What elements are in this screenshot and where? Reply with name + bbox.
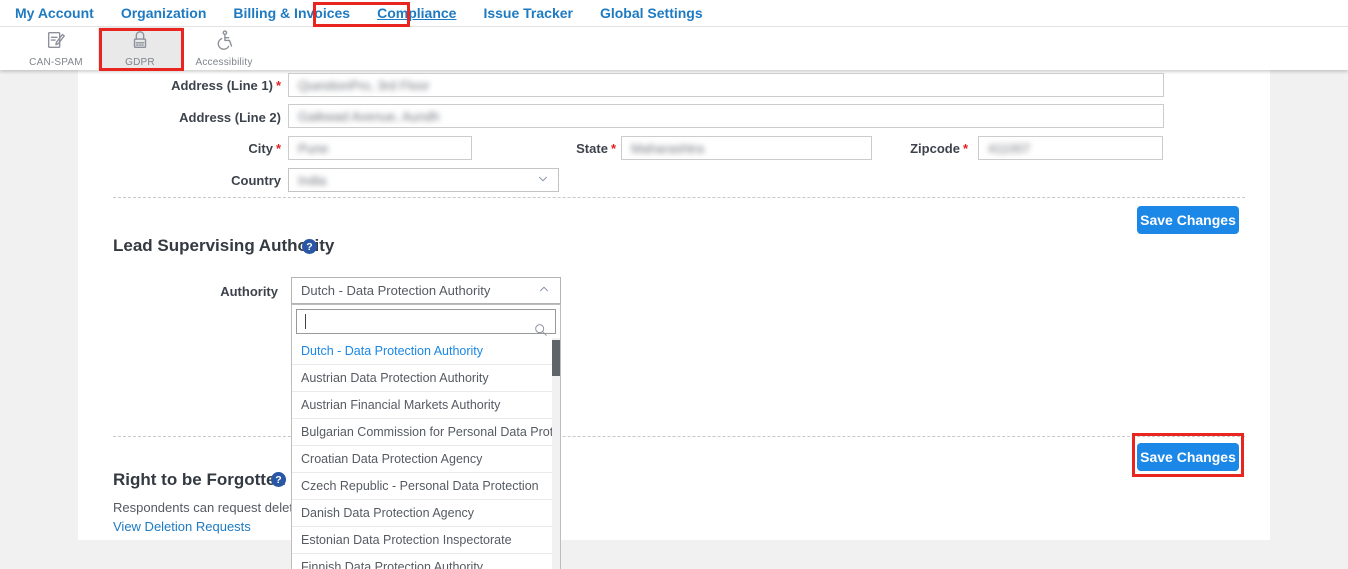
address-line2-label: Address (Line 2) <box>151 110 281 125</box>
required-asterisk: * <box>276 141 281 156</box>
authority-option[interactable]: Bulgarian Commission for Personal Data P… <box>292 419 560 446</box>
authority-option[interactable]: Croatian Data Protection Agency <box>292 446 560 473</box>
country-label: Country <box>151 173 281 188</box>
nav-global-settings[interactable]: Global Settings <box>600 5 703 21</box>
address-line1-label: Address (Line 1)* <box>151 78 281 93</box>
lock-icon <box>129 29 151 56</box>
tab-label: CAN-SPAM <box>29 57 83 68</box>
compliance-toolbar: CAN-SPAM GDPR Ac <box>0 27 1348 70</box>
authority-option[interactable]: Finnish Data Protection Authority <box>292 554 560 569</box>
document-edit-icon <box>45 29 67 56</box>
authority-option[interactable]: Austrian Financial Markets Authority <box>292 392 560 419</box>
redacted-value: Pune <box>298 141 328 156</box>
compliance-settings-page: My Account Organization Billing & Invoic… <box>0 0 1348 569</box>
redacted-value: QuestionPro, 3rd Floor <box>298 78 430 93</box>
country-select[interactable]: India <box>288 168 559 192</box>
authority-option[interactable]: Dutch - Data Protection Authority <box>292 338 560 365</box>
required-asterisk: * <box>276 78 281 93</box>
redacted-value: 411007 <box>988 141 1030 156</box>
address-line2-input[interactable]: Gaikwad Avenue, Aundh <box>288 104 1164 128</box>
help-icon[interactable]: ? <box>302 239 317 254</box>
nav-compliance[interactable]: Compliance <box>377 5 456 21</box>
top-navigation: My Account Organization Billing & Invoic… <box>0 0 1348 27</box>
authority-option[interactable]: Estonian Data Protection Inspectorate <box>292 527 560 554</box>
redacted-value: Maharashtra <box>631 141 704 156</box>
authority-selected-value: Dutch - Data Protection Authority <box>301 283 490 298</box>
tab-gdpr[interactable]: GDPR <box>98 27 182 70</box>
section-divider <box>113 436 1245 437</box>
authority-option-list: Dutch - Data Protection Authority Austri… <box>292 338 560 569</box>
state-label: State* <box>486 141 616 156</box>
right-to-be-forgotten-heading: Right to be Forgotten <box>113 470 286 490</box>
section-divider <box>113 197 1245 198</box>
text-cursor <box>305 314 306 329</box>
authority-option[interactable]: Czech Republic - Personal Data Protectio… <box>292 473 560 500</box>
zipcode-input[interactable]: 411007 <box>978 136 1163 160</box>
tab-label: GDPR <box>125 57 155 68</box>
required-asterisk: * <box>963 141 968 156</box>
nav-issue-tracker[interactable]: Issue Tracker <box>483 5 573 21</box>
authority-option[interactable]: Austrian Data Protection Authority <box>292 365 560 392</box>
tab-label: Accessibility <box>195 57 252 68</box>
save-changes-button-address[interactable]: Save Changes <box>1137 206 1239 234</box>
zipcode-label: Zipcode* <box>838 141 968 156</box>
dropdown-scrollbar[interactable] <box>552 338 560 569</box>
authority-search-input[interactable] <box>296 309 556 334</box>
authority-label: Authority <box>148 284 278 299</box>
save-changes-button-authority[interactable]: Save Changes <box>1137 443 1239 471</box>
help-icon[interactable]: ? <box>271 472 286 487</box>
tab-accessibility[interactable]: Accessibility <box>182 27 266 70</box>
required-asterisk: * <box>611 141 616 156</box>
redacted-value: India <box>298 173 326 188</box>
authority-select[interactable]: Dutch - Data Protection Authority <box>291 277 561 304</box>
authority-dropdown: Dutch - Data Protection Authority Austri… <box>291 304 561 569</box>
scrollbar-thumb[interactable] <box>552 340 560 376</box>
redacted-value: Gaikwad Avenue, Aundh <box>298 109 439 124</box>
accessibility-icon <box>213 29 235 56</box>
nav-billing-invoices[interactable]: Billing & Invoices <box>233 5 350 21</box>
city-label: City* <box>151 141 281 156</box>
address-line1-input[interactable]: QuestionPro, 3rd Floor <box>288 73 1164 97</box>
tab-can-spam[interactable]: CAN-SPAM <box>14 27 98 70</box>
state-input[interactable]: Maharashtra <box>621 136 872 160</box>
chevron-up-icon <box>537 282 551 299</box>
view-deletion-requests-link[interactable]: View Deletion Requests <box>113 519 251 534</box>
authority-option[interactable]: Danish Data Protection Agency <box>292 500 560 527</box>
city-input[interactable]: Pune <box>288 136 472 160</box>
chevron-down-icon <box>536 172 550 189</box>
nav-organization[interactable]: Organization <box>121 5 207 21</box>
nav-my-account[interactable]: My Account <box>15 5 94 21</box>
